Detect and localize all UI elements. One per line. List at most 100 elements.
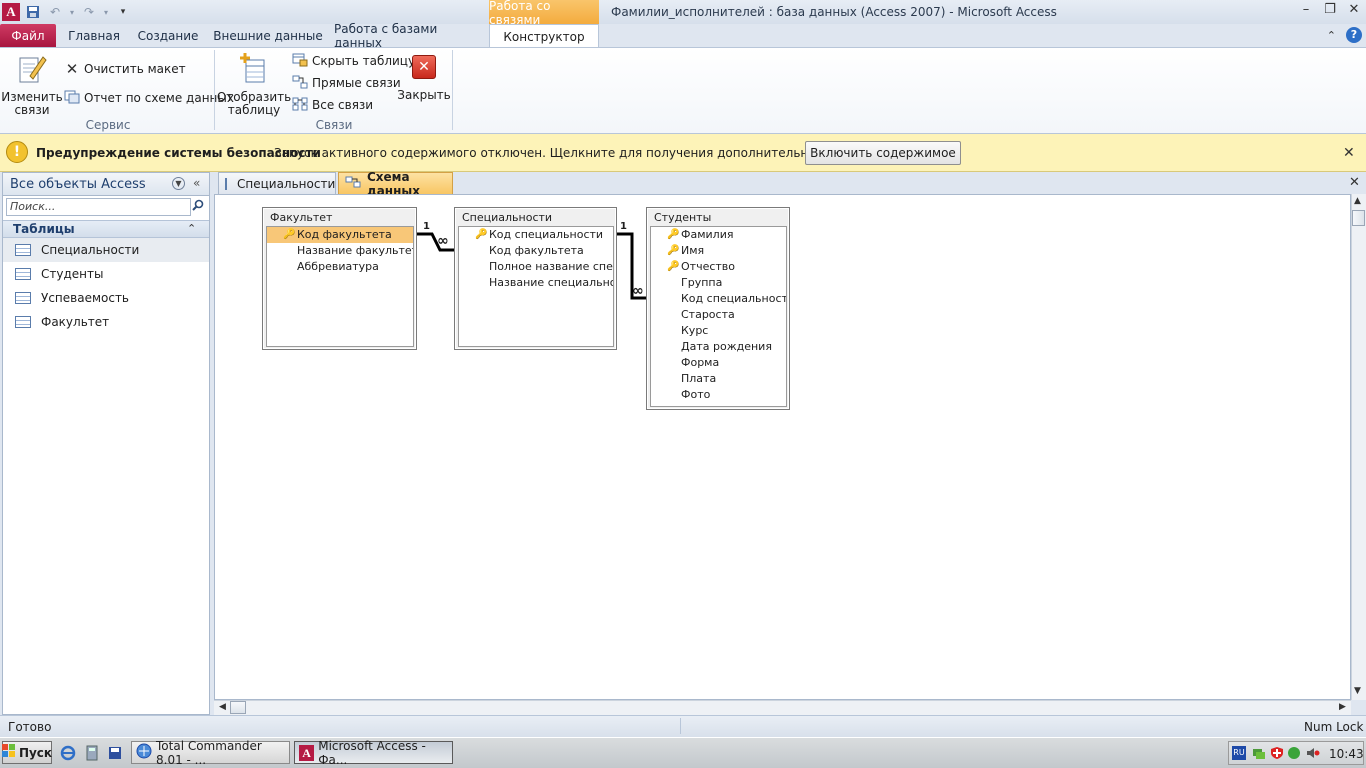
taskbar-item-access[interactable]: A Microsoft Access - Фа... bbox=[294, 739, 453, 767]
minimize-ribbon-icon[interactable]: ⌃ bbox=[1327, 29, 1336, 42]
hide-table-button[interactable]: Скрыть таблицу bbox=[292, 51, 415, 71]
field-row[interactable]: Курс bbox=[651, 323, 786, 339]
scroll-down-icon[interactable]: ▼ bbox=[1354, 686, 1361, 696]
horizontal-scroll-thumb[interactable] bbox=[230, 701, 246, 714]
field-row[interactable]: Полное название специальности bbox=[459, 259, 613, 275]
chevron-down-icon[interactable]: ▼ bbox=[172, 177, 185, 190]
report-icon bbox=[64, 90, 80, 107]
table-box-specialty[interactable]: Специальности 🔑 Код специальности Код фак… bbox=[454, 207, 617, 350]
field-row[interactable]: Код специальности bbox=[651, 291, 786, 307]
field-list: 🔑 Код специальности Код факультета Полное… bbox=[458, 226, 614, 347]
all-relationships-button[interactable]: Все связи bbox=[292, 95, 373, 115]
status-green-icon[interactable] bbox=[1288, 747, 1300, 759]
nav-item-specialties[interactable]: Специальности bbox=[3, 238, 209, 262]
start-button[interactable]: Пуск bbox=[1, 741, 52, 764]
language-indicator[interactable]: RU bbox=[1232, 746, 1246, 760]
field-row[interactable]: Код факультета bbox=[459, 243, 613, 259]
field-row[interactable]: Название факультета bbox=[267, 243, 413, 259]
redo-icon[interactable]: ↷ bbox=[80, 3, 98, 21]
chevron-up-icon[interactable]: ⌃ bbox=[187, 222, 196, 235]
field-row[interactable]: 🔑 Код факультета bbox=[267, 227, 413, 243]
ie-icon[interactable] bbox=[60, 745, 76, 761]
close-label: Закрыть bbox=[397, 88, 451, 102]
relation-many-label: ∞ bbox=[632, 283, 644, 299]
help-icon[interactable]: ? bbox=[1346, 27, 1362, 43]
field-row[interactable]: 🔑 Код специальности bbox=[459, 227, 613, 243]
close-icon[interactable]: ✕ bbox=[1343, 145, 1355, 161]
network-icon[interactable] bbox=[1252, 746, 1266, 760]
close-document-icon[interactable]: ✕ bbox=[1349, 175, 1360, 190]
minimize-icon[interactable]: – bbox=[1298, 2, 1314, 18]
calculator-icon[interactable] bbox=[84, 745, 100, 761]
enable-content-button[interactable]: Включить содержимое bbox=[805, 141, 961, 165]
scroll-right-icon[interactable]: ▶ bbox=[1339, 702, 1346, 712]
field-row[interactable]: Дата рождения bbox=[651, 339, 786, 355]
scroll-up-icon[interactable]: ▲ bbox=[1354, 196, 1361, 206]
field-row[interactable]: Группа bbox=[651, 275, 786, 291]
table-box-title[interactable]: Студенты bbox=[647, 208, 789, 225]
field-row[interactable]: Староста bbox=[651, 307, 786, 323]
tab-design[interactable]: Конструктор bbox=[489, 24, 599, 48]
key-icon: 🔑 bbox=[667, 261, 680, 272]
field-row[interactable]: 🔑 Фамилия bbox=[651, 227, 786, 243]
tab-database-tools[interactable]: Работа с базами данных bbox=[334, 22, 480, 50]
clear-layout-button[interactable]: ✕ Очистить макет bbox=[64, 59, 186, 79]
redo-dropdown-icon[interactable]: ▾ bbox=[102, 3, 110, 21]
table-icon bbox=[15, 316, 31, 328]
access-app-icon[interactable]: A bbox=[2, 3, 20, 21]
field-row[interactable]: 🔑 Имя bbox=[651, 243, 786, 259]
field-row[interactable]: Плата bbox=[651, 371, 786, 387]
customize-qat-icon[interactable]: ▾ bbox=[114, 3, 132, 21]
horizontal-scrollbar[interactable] bbox=[214, 700, 1351, 715]
tab-file[interactable]: Файл bbox=[0, 24, 56, 47]
doc-tab-relationships[interactable]: Схема данных bbox=[338, 170, 453, 198]
key-icon: 🔑 bbox=[667, 245, 680, 256]
warning-shield-icon: ! bbox=[6, 141, 28, 163]
field-row[interactable]: Название специальности bbox=[459, 275, 613, 291]
search-input[interactable]: Поиск... bbox=[6, 198, 191, 216]
nav-group-label: Таблицы bbox=[13, 222, 75, 236]
security-warning-message[interactable]: Запуск активного содержимого отключен. Щ… bbox=[274, 146, 893, 160]
field-name: Форма bbox=[681, 356, 720, 369]
field-row[interactable]: Форма bbox=[651, 355, 786, 371]
show-table-button[interactable]: Отобразить таблицу bbox=[217, 52, 291, 117]
relationship-report-button[interactable]: Отчет по схеме данных bbox=[64, 88, 234, 108]
tab-home[interactable]: Главная bbox=[60, 24, 128, 47]
clock[interactable]: 10:43 bbox=[1329, 747, 1364, 761]
close-window-icon[interactable]: ✕ bbox=[1346, 2, 1362, 18]
nav-item-progress[interactable]: Успеваемость bbox=[3, 286, 209, 310]
nav-item-faculty[interactable]: Факультет bbox=[3, 310, 209, 334]
table-box-title[interactable]: Факультет bbox=[263, 208, 416, 225]
search-icon[interactable] bbox=[192, 199, 204, 214]
restore-icon[interactable]: ❐ bbox=[1322, 2, 1338, 18]
hide-table-icon bbox=[292, 53, 308, 70]
tab-create[interactable]: Создание bbox=[132, 24, 204, 47]
field-row[interactable]: 🔑 Отчество bbox=[651, 259, 786, 275]
undo-dropdown-icon[interactable]: ▾ bbox=[68, 3, 76, 21]
collapse-pane-icon[interactable]: « bbox=[193, 176, 200, 190]
nav-item-students[interactable]: Студенты bbox=[3, 262, 209, 286]
save-icon[interactable] bbox=[24, 3, 42, 21]
tab-external-data[interactable]: Внешние данные bbox=[212, 24, 324, 47]
field-row[interactable]: Фото bbox=[651, 387, 786, 403]
close-relationships-button[interactable]: ✕ Закрыть bbox=[397, 55, 451, 102]
table-box-students[interactable]: Студенты 🔑 Фамилия 🔑 Имя 🔑 Отчество Группа … bbox=[646, 207, 790, 410]
doc-tab-specialties[interactable]: Специальности bbox=[218, 172, 336, 194]
scroll-left-icon[interactable]: ◀ bbox=[219, 702, 226, 712]
group-label-service: Сервис bbox=[85, 118, 131, 132]
shield-icon[interactable] bbox=[1270, 746, 1284, 760]
taskbar-item-total-commander[interactable]: Total Commander 8.01 - ... bbox=[131, 739, 290, 767]
save-disk-icon[interactable] bbox=[107, 745, 123, 761]
table-box-title[interactable]: Специальности bbox=[455, 208, 616, 225]
field-row[interactable]: Аббревиатура bbox=[267, 259, 413, 275]
vertical-scrollbar[interactable] bbox=[1351, 194, 1366, 700]
nav-item-label: Специальности bbox=[41, 243, 140, 257]
vertical-scroll-thumb[interactable] bbox=[1352, 210, 1365, 226]
undo-icon[interactable]: ↶ bbox=[46, 3, 64, 21]
direct-relationships-button[interactable]: Прямые связи bbox=[292, 73, 401, 93]
edit-relationships-button[interactable]: Изменить связи bbox=[1, 52, 63, 117]
speaker-icon[interactable] bbox=[1305, 746, 1321, 760]
navigation-pane-title[interactable]: Все объекты Access bbox=[10, 177, 146, 192]
show-table-label-2: таблицу bbox=[227, 103, 281, 117]
table-box-faculty[interactable]: Факультет 🔑 Код факультета Название факул… bbox=[262, 207, 417, 350]
